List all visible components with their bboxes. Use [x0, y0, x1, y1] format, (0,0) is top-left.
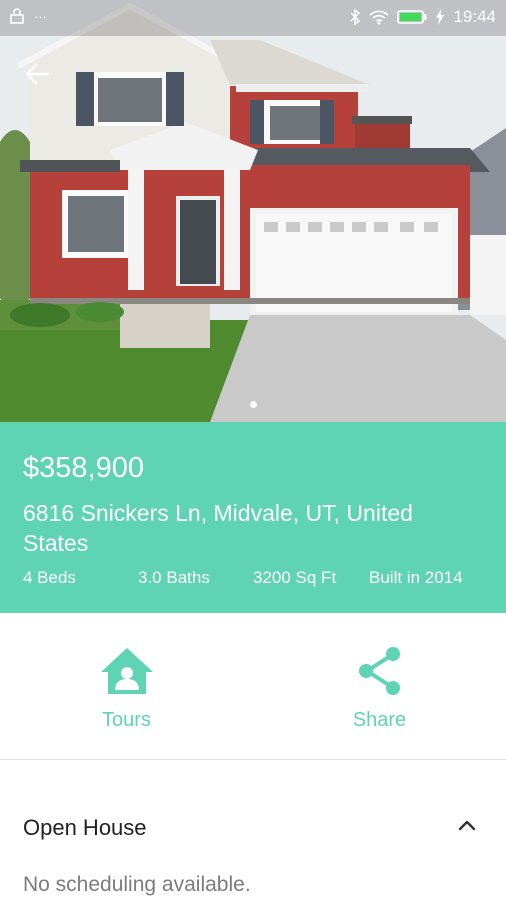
open-house-title: Open House [23, 815, 147, 840]
back-arrow-icon [25, 63, 50, 85]
beds-count: 4 Beds [23, 568, 76, 587]
lock-icon [10, 8, 24, 24]
year-built: Built in 2014 [369, 568, 463, 587]
house-photo [0, 0, 506, 422]
open-house-note: No scheduling available. [23, 873, 251, 896]
chevron-up-icon [458, 820, 476, 831]
listing-photo[interactable]: ··· 19:44 [0, 0, 506, 422]
collapse-toggle[interactable] [456, 814, 478, 836]
clock: 19:44 [453, 7, 496, 26]
photo-pager [0, 401, 506, 408]
pager-dot [249, 401, 257, 408]
house-icon [100, 648, 153, 694]
listing-summary: $358,900 6816 Snickers Ln, Midvale, UT, … [0, 422, 506, 613]
notification-dots: ··· [34, 8, 47, 24]
listing-stats: 4 Beds 3.0 Baths 3200 Sq Ft Built in 201… [23, 568, 493, 588]
open-house-section: Open House No scheduling available. [0, 760, 506, 900]
wifi-icon [369, 9, 390, 25]
share-icon [358, 647, 400, 695]
square-feet: 3200 Sq Ft [253, 568, 337, 587]
tours-button[interactable]: Tours [0, 613, 253, 759]
bluetooth-icon [349, 8, 361, 26]
status-bar: ··· 19:44 [0, 0, 506, 36]
tours-label: Tours [102, 709, 151, 731]
back-button[interactable] [20, 56, 56, 92]
share-button[interactable]: Share [253, 613, 506, 759]
charging-icon [435, 9, 445, 25]
action-bar: Tours Share [0, 613, 506, 760]
listing-price: $358,900 [23, 452, 144, 484]
share-label: Share [352, 709, 407, 731]
listing-address: 6816 Snickers Ln, Midvale, UT, United St… [23, 500, 413, 556]
baths-count: 3.0 Baths [138, 568, 210, 587]
battery-icon [397, 9, 427, 25]
